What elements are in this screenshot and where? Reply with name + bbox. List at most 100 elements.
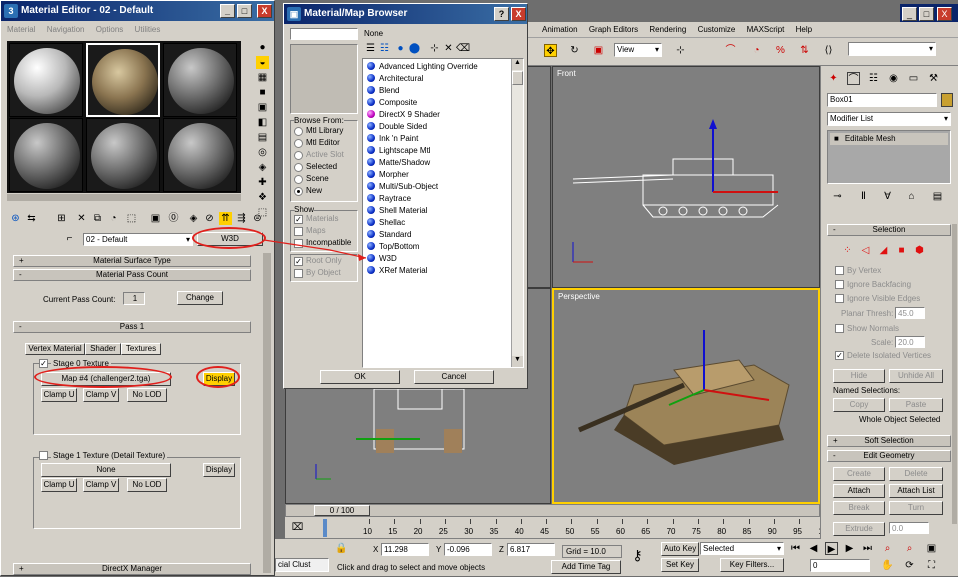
close-button[interactable]: X bbox=[937, 7, 952, 21]
show-end-result-mat-icon[interactable]: ⊘ bbox=[203, 212, 216, 225]
material-editor-scrollbar[interactable] bbox=[263, 253, 271, 573]
side-tool-icon-11[interactable]: ❖ bbox=[256, 191, 269, 204]
zoom-icon[interactable]: ⌕ bbox=[881, 542, 894, 555]
browser-item-shell-material[interactable]: Shell Material bbox=[367, 205, 427, 217]
break-button[interactable]: Break bbox=[833, 501, 885, 515]
browsefrom-option-1-radio[interactable] bbox=[294, 127, 303, 136]
vertex-icon[interactable]: ⁘ bbox=[841, 244, 854, 257]
assign-material-icon[interactable]: ⊞ bbox=[55, 212, 68, 225]
sample-slot-1[interactable] bbox=[9, 43, 83, 117]
attach-list-button[interactable]: Attach List bbox=[889, 484, 943, 498]
extragroup-option-1-check[interactable]: ✓ bbox=[294, 257, 303, 266]
maxscript-listener[interactable]: cial Clust bbox=[275, 558, 329, 572]
browser-cancel-button[interactable]: Cancel bbox=[414, 370, 494, 384]
object-name-field[interactable]: Box01 bbox=[827, 93, 937, 107]
key-icon[interactable]: ⚷ bbox=[631, 548, 644, 562]
put-to-scene-icon[interactable]: ⇆ bbox=[25, 212, 38, 225]
delete-button[interactable]: Delete bbox=[889, 467, 943, 481]
pin-stack-icon[interactable]: ⊸ bbox=[831, 190, 844, 203]
go-to-parent-icon[interactable]: ⇈ bbox=[219, 212, 232, 225]
snap-3-icon[interactable]: ⌒ bbox=[724, 44, 737, 57]
modifier-stack[interactable]: ■ Editable Mesh bbox=[827, 130, 951, 184]
hide-button[interactable]: Hide bbox=[833, 369, 885, 383]
browser-help-button[interactable]: ? bbox=[494, 7, 509, 21]
tab-textures[interactable]: Textures bbox=[121, 343, 161, 355]
pan-icon[interactable]: ✋ bbox=[881, 559, 894, 572]
arc-rotate-icon[interactable]: ⟳ bbox=[903, 559, 916, 572]
edge-icon[interactable]: ◁ bbox=[859, 244, 872, 257]
sample-slot-5[interactable] bbox=[86, 118, 160, 192]
browser-item-advanced-lighting-override[interactable]: Advanced Lighting Override bbox=[367, 61, 478, 73]
display-tab-icon[interactable]: ▭ bbox=[907, 72, 920, 85]
set-key-button[interactable]: Set Key bbox=[661, 558, 699, 572]
side-tool-icon-3[interactable]: ▦ bbox=[256, 71, 269, 84]
sample-slot-scroll[interactable] bbox=[7, 194, 241, 201]
configure-sets-icon[interactable]: ▤ bbox=[931, 190, 944, 203]
browsefrom-option-5-radio[interactable] bbox=[294, 175, 303, 184]
side-tool-icon-10[interactable]: ✚ bbox=[256, 176, 269, 189]
pivot-icon[interactable]: ⊹ bbox=[674, 44, 687, 57]
material-name-dropdown[interactable]: 02 - Default ▾ bbox=[83, 233, 193, 246]
viewport-front[interactable]: Front bbox=[552, 66, 820, 288]
extrude-button[interactable]: Extrude bbox=[833, 522, 885, 536]
make-unique-icon[interactable]: ∀ bbox=[881, 190, 894, 203]
tab-vertex-material[interactable]: Vertex Material bbox=[25, 343, 85, 355]
object-color-swatch[interactable] bbox=[941, 93, 953, 107]
selection-rollout-header[interactable]: - Selection bbox=[827, 224, 951, 236]
stage0-check[interactable]: ✓ bbox=[39, 359, 48, 368]
current-frame-field[interactable]: 0 bbox=[810, 559, 870, 572]
menu-rendering[interactable]: Rendering bbox=[649, 25, 686, 34]
view-small-icons-icon[interactable]: ● bbox=[394, 42, 407, 55]
browser-item-xref-material[interactable]: XRef Material bbox=[367, 265, 427, 277]
browsefrom-option-6-radio[interactable] bbox=[294, 187, 303, 196]
lock-selection-icon[interactable]: 🔒 bbox=[335, 542, 348, 555]
soft-selection-rollout-header[interactable]: + Soft Selection bbox=[827, 435, 951, 447]
extragroup-option-2-check[interactable] bbox=[294, 269, 303, 278]
named-selection-dropdown[interactable]: ▾ bbox=[848, 42, 936, 56]
sample-slot-3[interactable] bbox=[163, 43, 237, 117]
directx-manager-rollout[interactable]: + DirectX Manager bbox=[13, 563, 251, 575]
by-vertex-check[interactable] bbox=[835, 266, 844, 275]
prev-frame-icon[interactable]: ◀ bbox=[807, 542, 820, 555]
browser-update-scene-icon[interactable]: ⊹ bbox=[428, 42, 441, 55]
scale-icon[interactable]: ▣ bbox=[592, 44, 605, 57]
view-dropdown[interactable]: View ▾ bbox=[614, 43, 662, 57]
surface-type-rollout[interactable]: + Material Surface Type bbox=[13, 255, 251, 267]
browser-item-directx-9-shader[interactable]: DirectX 9 Shader bbox=[367, 109, 440, 121]
edit-geometry-rollout-header[interactable]: - Edit Geometry bbox=[827, 450, 951, 462]
go-to-start-icon[interactable]: ⏮ bbox=[789, 542, 802, 555]
y-coordinate-field[interactable]: -0.096 bbox=[444, 543, 492, 556]
put-to-library-icon[interactable]: ⬚ bbox=[125, 212, 138, 225]
menu-customize[interactable]: Customize bbox=[698, 25, 736, 34]
spinner-snap-icon[interactable]: ⇅ bbox=[798, 44, 811, 57]
angle-snap-icon[interactable]: ◔ bbox=[750, 44, 763, 57]
key-mode-dropdown[interactable]: Selected ▾ bbox=[700, 542, 784, 555]
stage1-map-button[interactable]: None bbox=[41, 463, 171, 477]
stage1-check[interactable] bbox=[39, 451, 48, 460]
stage1-no-lod[interactable]: No LOD bbox=[127, 478, 167, 492]
next-frame-icon[interactable]: ▶ bbox=[843, 542, 856, 555]
stage0-no-lod[interactable]: No LOD bbox=[127, 388, 167, 402]
reset-map-icon[interactable]: ✕ bbox=[75, 212, 88, 225]
side-tool-icon-9[interactable]: ◈ bbox=[256, 161, 269, 174]
utilities-tab-icon[interactable]: ⚒ bbox=[927, 72, 940, 85]
scale-field[interactable]: 20.0 bbox=[895, 336, 925, 348]
side-tool-icon-5[interactable]: ▣ bbox=[256, 101, 269, 114]
stage1-display-button[interactable]: Display bbox=[203, 463, 235, 477]
maximize-viewport-icon[interactable]: ⛶ bbox=[925, 559, 938, 572]
go-to-end-icon[interactable]: ⏭ bbox=[861, 542, 874, 555]
showgroup-option-2-check[interactable] bbox=[294, 227, 303, 236]
side-tool-icon-2[interactable]: ◒ bbox=[256, 56, 269, 69]
hierarchy-tab-icon[interactable]: ☷ bbox=[867, 72, 880, 85]
material-id-icon[interactable]: ▣ bbox=[149, 212, 162, 225]
browser-item-multi-sub-object[interactable]: Multi/Sub-Object bbox=[367, 181, 438, 193]
me-menu-material[interactable]: Material bbox=[7, 25, 35, 34]
sample-slot-4[interactable] bbox=[9, 118, 83, 192]
viewport-perspective[interactable]: Perspective bbox=[552, 288, 820, 504]
browser-item-morpher[interactable]: Morpher bbox=[367, 169, 409, 181]
z-coordinate-field[interactable]: 6.817 bbox=[507, 543, 555, 556]
auto-key-button[interactable]: Auto Key bbox=[661, 542, 699, 556]
browser-item-double-sided[interactable]: Double Sided bbox=[367, 121, 427, 133]
motion-tab-icon[interactable]: ◉ bbox=[887, 72, 900, 85]
time-slider[interactable]: 0 / 100 bbox=[285, 504, 820, 517]
